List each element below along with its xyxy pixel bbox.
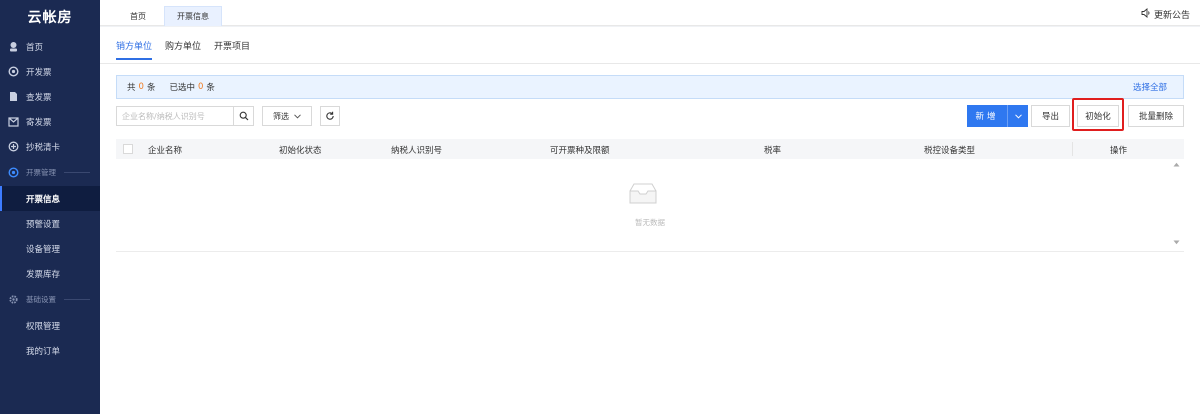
column-actions: 操作 [1110,146,1128,156]
chevron-down-icon [294,113,301,119]
search-icon [239,111,248,121]
sidebar-item-label: 开发票 [26,67,52,78]
selected-prefix: 已选中 [169,83,195,93]
search-box [116,106,254,126]
add-button[interactable]: 新增 [967,105,1007,127]
tabs-divider [100,63,1200,64]
selection-info-bar: 共 0 条 已选中 0 条 选择全部 [116,75,1184,99]
refresh-icon [326,111,334,120]
select-all-checkbox[interactable] [123,144,133,154]
column-company-name: 企业名称 [148,146,183,156]
sidebar-item-alert-settings[interactable]: 预警设置 [0,211,100,236]
sidebar-item-search-invoice[interactable]: 查发票 [0,84,100,109]
filter-dropdown[interactable]: 筛选 [262,106,312,126]
speaker-icon [1141,8,1151,21]
column-invoice-types-limits: 可开票种及限额 [550,146,610,156]
top-tab-invoice-info[interactable]: 开票信息 [164,6,222,26]
scroll-down-arrow-icon[interactable] [1173,240,1180,245]
sidebar-item-invoice-stock[interactable]: 发票库存 [0,261,100,286]
sidebar: 云帐房 首页 开发票 查发票 寄发票 抄税清卡 开票管理 开票信息 预警设置 设… [0,0,100,414]
settings-icon [8,294,19,305]
sidebar-item-label: 首页 [26,42,44,53]
sidebar-item-permissions[interactable]: 权限管理 [0,313,100,338]
sidebar-item-label: 抄税清卡 [26,142,61,153]
column-separator [1072,142,1073,156]
table-empty-state: 暂无数据 [116,159,1184,252]
tax-copy-icon [8,141,19,152]
toolbar: 筛选 新增 导出 初始化 批量删除 [116,98,1184,131]
sidebar-item-mail-invoice[interactable]: 寄发票 [0,109,100,134]
sub-tabs: 销方单位 购方单位 开票项目 [116,39,263,60]
sidebar-item-label: 查发票 [26,92,52,103]
column-tax-rate: 税率 [764,146,782,156]
tab-invoice-items[interactable]: 开票项目 [214,39,250,60]
sidebar-group-invoice-manage[interactable]: 开票管理 [0,159,100,186]
column-device-type: 税控设备类型 [924,146,976,156]
column-init-status: 初始化状态 [279,146,322,156]
search-invoice-icon [8,91,19,102]
sidebar-item-invoice-info[interactable]: 开票信息 [0,186,100,211]
total-count: 0 [138,82,144,92]
sidebar-group-basic-settings[interactable]: 基础设置 [0,286,100,313]
sidebar-item-device-manage[interactable]: 设备管理 [0,236,100,261]
highlight-box [1072,98,1124,131]
sidebar-item-label: 寄发票 [26,117,52,128]
invoice-manage-icon [8,167,19,178]
add-dropdown-button[interactable] [1007,105,1028,127]
sidebar-item-tax-copy[interactable]: 抄税清卡 [0,134,100,159]
mail-invoice-icon [8,116,19,127]
sidebar-item-home[interactable]: 首页 [0,34,100,59]
announcement-label: 更新公告 [1153,11,1190,21]
batch-delete-button[interactable]: 批量删除 [1128,105,1184,127]
empty-inbox-icon [629,183,657,204]
tab-buyer[interactable]: 购方单位 [165,39,201,60]
announcement-link[interactable]: 更新公告 [1141,8,1190,21]
selected-count: 0 [197,82,204,92]
scroll-up-arrow-icon[interactable] [1173,162,1180,167]
refresh-button[interactable] [320,106,340,126]
column-tax-id: 纳税人识别号 [391,146,443,156]
selected-suffix: 条 [206,83,215,93]
home-icon [8,41,19,52]
total-suffix: 条 [146,83,156,93]
table-header: 企业名称 初始化状态 纳税人识别号 可开票种及限额 税率 税控设备类型 操作 [116,139,1184,159]
app-logo[interactable]: 云帐房 [0,0,100,34]
sidebar-group-label: 基础设置 [26,295,56,304]
sidebar-item-issue-invoice[interactable]: 开发票 [0,59,100,84]
top-bar: 首页 开票信息 更新公告 [100,0,1200,26]
sidebar-item-my-orders[interactable]: 我的订单 [0,338,100,363]
search-input[interactable] [117,107,234,125]
group-divider [64,299,90,300]
add-button-group: 新增 [967,105,1028,127]
search-button[interactable] [233,107,253,125]
chevron-down-icon [1014,113,1022,119]
export-button[interactable]: 导出 [1031,105,1070,127]
sidebar-group-label: 开票管理 [26,168,56,177]
empty-text: 暂无数据 [635,218,665,227]
issue-invoice-icon [8,66,19,77]
group-divider [64,172,90,173]
select-all-link[interactable]: 选择全部 [1133,81,1167,93]
main-panel: 销方单位 购方单位 开票项目 共 0 条 已选中 0 条 选择全部 筛选 新增 [100,27,1200,414]
tab-seller[interactable]: 销方单位 [116,39,153,60]
filter-label: 筛选 [273,111,289,121]
total-prefix: 共 [127,83,136,93]
top-tab-home[interactable]: 首页 [118,6,158,26]
